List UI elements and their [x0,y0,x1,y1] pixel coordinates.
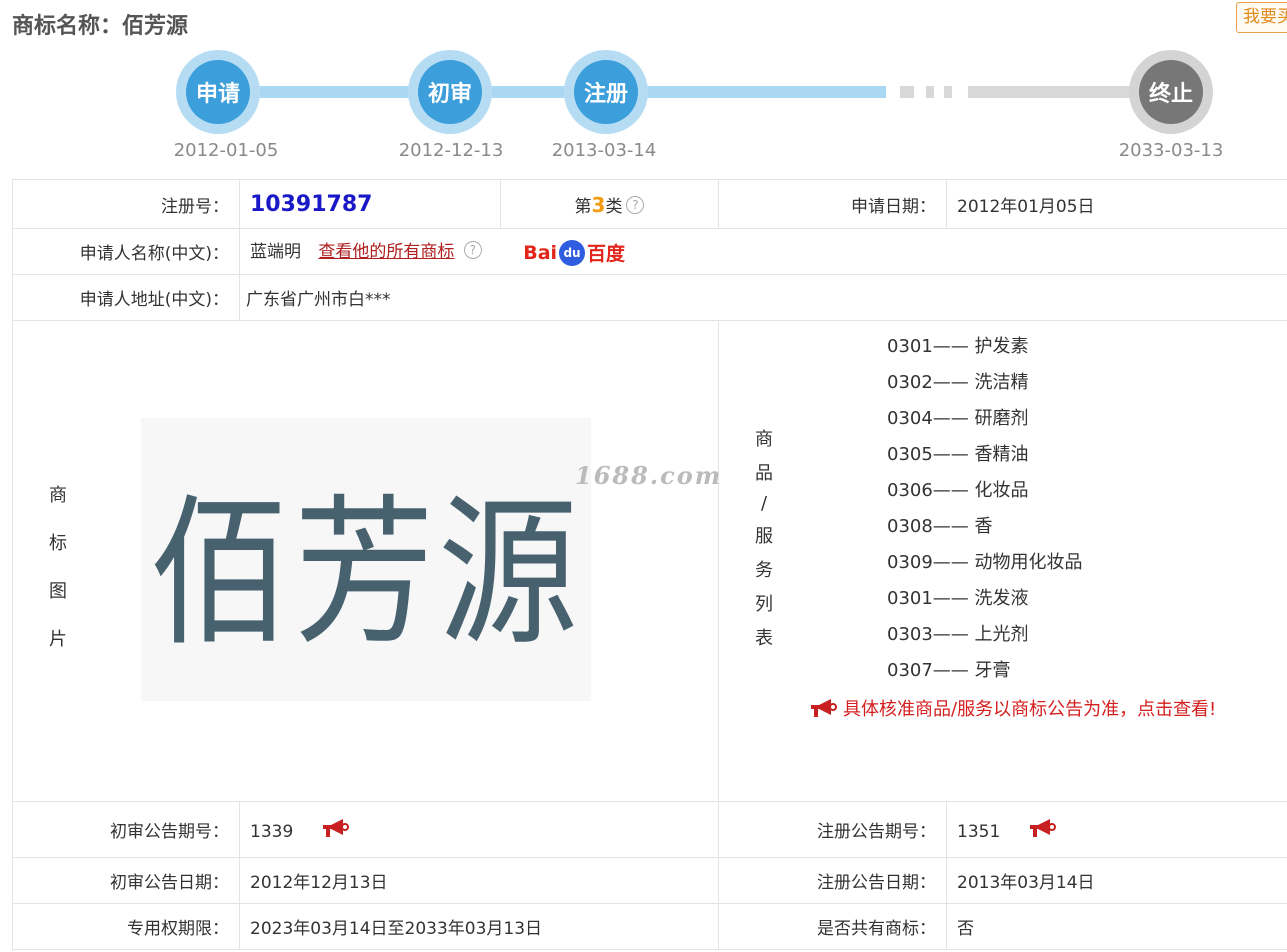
class-cell: 第3类? [500,179,719,229]
status-timeline: 申请 2012-01-05 初审 2012-12-13 注册 2013-03-1… [0,40,1287,170]
reg-no-value: 10391787 [250,191,373,217]
goods-label-char: 列 [755,594,773,615]
megaphone-icon [809,697,839,719]
megaphone-icon[interactable] [321,817,351,839]
want-buy-button[interactable]: 我要买 [1236,2,1287,33]
reg-pub-date-label: 注册公告日期： [718,857,947,904]
goods-item: 0302—— 洗洁精 [887,372,1029,393]
goods-item: 0309—— 动物用化妆品 [887,552,1083,573]
reg-no-label: 注册号： [12,179,240,229]
reg-pub-no-value: 1351 [957,822,1001,842]
page-title: 商标名称：佰芳源 [12,8,188,40]
address-value: 广东省广州市白*** [239,274,1287,321]
megaphone-icon[interactable] [1028,817,1058,839]
term-label: 专用权期限： [12,903,240,950]
shared-value: 否 [946,903,1287,950]
goods-item: 0308—— 香 [887,516,993,537]
watermark: 1688.com [575,461,723,490]
goods-item: 0301—— 护发素 [887,336,1029,357]
timeline-date-prelim: 2012-12-13 [398,140,504,161]
timeline-dash [944,86,952,98]
address-label: 申请人地址(中文)： [12,274,240,321]
title-label: 商标名称： [12,14,123,39]
applicant-label: 申请人名称(中文)： [12,228,240,275]
term-value: 2023年03月14日至2033年03月13日 [239,903,719,950]
title-value: 佰芳源 [122,14,189,39]
goods-item: 0301—— 洗发液 [887,588,1029,609]
image-label-char: 商 [49,485,67,506]
reg-pub-no-label: 注册公告期号： [718,801,947,858]
image-label-char: 片 [49,629,67,650]
goods-label-char: / [760,493,768,514]
goods-item: 0303—— 上光剂 [887,624,1029,645]
reg-pub-date-value: 2013年03月14日 [946,857,1287,904]
shared-label: 是否共有商标： [718,903,947,950]
apply-date-label: 申请日期： [718,179,947,229]
trademark-info-table: 注册号： 10391787 第3类? 申请日期： 2012年01月05日 申请人… [12,179,1287,950]
prelim-date-value: 2012年12月13日 [239,857,719,904]
image-label-char: 图 [49,581,67,602]
prelim-no-label: 初审公告期号： [12,801,240,858]
timeline-node-apply: 申请 [176,50,260,134]
goods-label-char: 品 [755,463,773,484]
apply-date-value: 2012年01月05日 [946,179,1287,229]
goods-list: 0301—— 护发素 0302—— 洗洁精 0304—— 研磨剂 0305—— … [719,329,1287,689]
image-label: 商 标 图 片 [49,481,67,651]
applicant-name: 蓝端明 [250,241,301,262]
help-icon[interactable]: ? [463,240,482,259]
class-number: 3 [591,192,606,217]
baidu-search-link[interactable]: Bai du 百度 [523,239,625,266]
timeline-dash [900,86,914,98]
timeline-node-label: 申请 [186,60,250,124]
goods-item: 0306—— 化妆品 [887,480,1029,501]
baidu-logo-cn: 百度 [587,243,626,266]
goods-item: 0307—— 牙膏 [887,660,1011,681]
timeline-progress-bar [218,86,886,98]
timeline-date-apply: 2012-01-05 [173,140,279,161]
timeline-dash [926,86,934,98]
goods-label-char: 表 [755,628,773,649]
goods-item: 0305—— 香精油 [887,444,1029,465]
prelim-no-value: 1339 [250,822,294,842]
timeline-node-label: 初审 [418,60,482,124]
goods-label-char: 务 [755,560,773,581]
view-all-trademarks-link[interactable]: 查看他的所有商标 [318,242,454,262]
image-label-char: 标 [49,533,67,554]
timeline-node-register: 注册 [564,50,648,134]
help-icon[interactable]: ? [626,195,645,214]
class-prefix: 第 [574,196,592,217]
baidu-paw-icon: du [559,239,586,266]
timeline-node-terminate: 终止 [1129,50,1213,134]
class-suffix: 类 [605,196,623,217]
goods-notice-text: 具体核准商品/服务以商标公告为准，点击查看! [843,699,1217,720]
timeline-date-terminate: 2033-03-13 [1118,140,1224,161]
goods-cell: 商 品 / 服 务 列 表 0301—— 护发素 0302—— 洗洁精 0304… [718,320,1287,802]
goods-label-char: 商 [755,429,773,450]
trademark-glyphs: 佰芳源 [149,480,582,668]
timeline-date-register: 2013-03-14 [551,140,657,161]
baidu-logo-text: Bai [523,241,558,264]
timeline-node-label: 注册 [574,60,638,124]
trademark-image-cell: 商 标 图 片 佰芳源 1688.com [12,320,723,802]
prelim-date-label: 初审公告日期： [12,857,240,904]
goods-label: 商 品 / 服 务 列 表 [755,425,773,650]
timeline-node-prelim: 初审 [408,50,492,134]
timeline-node-label: 终止 [1139,60,1203,124]
trademark-image: 佰芳源 [141,418,591,701]
goods-item: 0304—— 研磨剂 [887,408,1029,429]
goods-notice-link[interactable]: 具体核准商品/服务以商标公告为准，点击查看! [719,695,1287,721]
goods-label-char: 服 [755,526,773,547]
